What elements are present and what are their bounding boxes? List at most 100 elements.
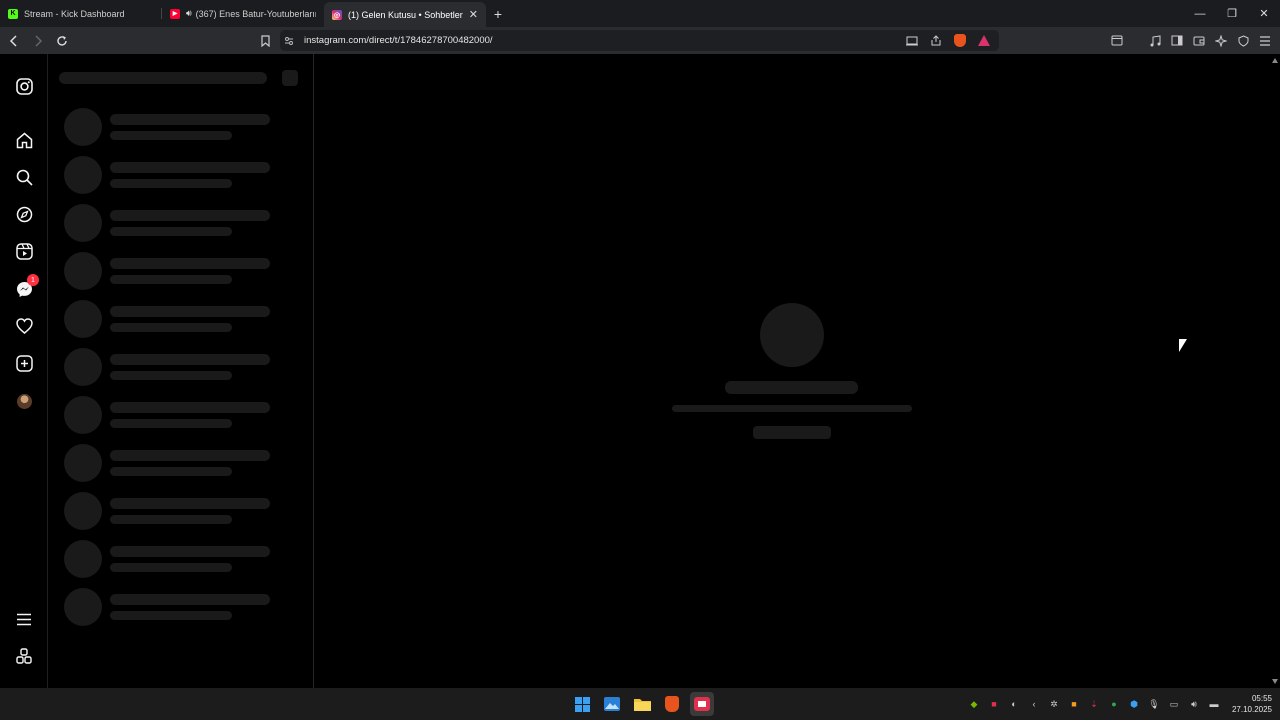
tray-defender-icon[interactable]: ⬢ xyxy=(1128,698,1140,710)
chat-avatar-skeleton xyxy=(760,303,824,367)
tray-app-steam-icon[interactable]: ‹ xyxy=(1028,698,1040,710)
url-text[interactable]: instagram.com/direct/t/17846278700482000… xyxy=(304,35,493,46)
conversation-skeleton-row xyxy=(49,204,314,244)
conversation-skeleton-row xyxy=(49,492,314,532)
microphone-icon[interactable]: 🎙︎ xyxy=(1148,698,1160,710)
avatar-skeleton xyxy=(64,348,102,386)
page-scrollbar[interactable] xyxy=(1270,54,1280,688)
name-skeleton xyxy=(110,402,270,413)
new-tab-button[interactable]: + xyxy=(486,0,510,27)
minimize-icon[interactable]: — xyxy=(1184,0,1216,27)
gallery-app-icon[interactable] xyxy=(600,692,624,716)
forward-icon[interactable] xyxy=(28,31,48,51)
share-icon[interactable] xyxy=(929,34,943,48)
messages-badge: 1 xyxy=(27,274,39,286)
tab-youtube[interactable]: ▶ 🔊︎ (367) Enes Batur-Youtuberların D xyxy=(162,0,324,27)
preview-skeleton xyxy=(110,611,232,620)
preview-skeleton xyxy=(110,371,232,380)
instagram-favicon-icon: ◎ xyxy=(332,9,342,20)
tray-app-circle-icon[interactable]: ◐ xyxy=(1008,698,1020,710)
name-skeleton xyxy=(110,210,270,221)
avatar-skeleton xyxy=(64,108,102,146)
tray-app-orange-icon[interactable]: ■ xyxy=(1068,698,1080,710)
chat-button-skeleton xyxy=(753,426,831,439)
tray-app-green-icon[interactable]: ● xyxy=(1108,698,1120,710)
notifications-heart-icon[interactable] xyxy=(14,316,34,336)
conversation-skeleton-row xyxy=(49,348,314,388)
taskbar-clock[interactable]: 05:55 27.10.2025 xyxy=(1232,693,1272,715)
tab-kick-dashboard[interactable]: K Stream - Kick Dashboard xyxy=(0,0,162,27)
preview-skeleton xyxy=(110,515,232,524)
name-skeleton xyxy=(110,258,270,269)
reels-icon[interactable] xyxy=(14,241,34,261)
name-skeleton xyxy=(110,450,270,461)
preview-skeleton xyxy=(110,419,232,428)
tab-instagram-inbox[interactable]: ◎ (1) Gelen Kutusu • Sohbetler ✕ xyxy=(324,2,486,27)
instagram-sidebar: 1 xyxy=(0,54,48,688)
media-controls-icon[interactable] xyxy=(1148,34,1162,48)
header-skeleton xyxy=(59,72,267,84)
volume-icon[interactable]: 🔊︎ xyxy=(1188,698,1200,710)
instagram-page: 1 xyxy=(0,54,1270,688)
tray-download-icon[interactable]: ⇣ xyxy=(1088,698,1100,710)
tray-app-red-icon[interactable]: ■ xyxy=(988,698,1000,710)
profile-avatar[interactable] xyxy=(14,391,34,411)
sidebar-toggle-icon[interactable] xyxy=(1170,34,1184,48)
start-button[interactable] xyxy=(570,692,594,716)
wallet-icon[interactable] xyxy=(1192,34,1206,48)
network-icon[interactable]: ▭ xyxy=(1168,698,1180,710)
preview-skeleton xyxy=(110,563,232,572)
brave-shields-icon[interactable] xyxy=(953,34,967,48)
file-explorer-icon[interactable] xyxy=(630,692,654,716)
leo-ai-icon[interactable] xyxy=(1214,34,1228,48)
close-window-icon[interactable]: ✕ xyxy=(1248,0,1280,27)
address-bar[interactable]: instagram.com/direct/t/17846278700482000… xyxy=(280,30,999,51)
address-bar-actions xyxy=(905,34,991,48)
vpn-shield-icon[interactable] xyxy=(1236,34,1250,48)
avatar-skeleton xyxy=(64,492,102,530)
scroll-up-icon[interactable] xyxy=(1272,58,1278,63)
avatar-skeleton xyxy=(64,204,102,242)
reload-icon[interactable] xyxy=(52,31,72,51)
bookmark-icon[interactable] xyxy=(258,34,272,48)
speaker-icon[interactable]: 🔊︎ xyxy=(186,8,192,19)
windows-logo-icon xyxy=(574,696,590,712)
preview-skeleton xyxy=(110,131,232,140)
also-from-meta-icon[interactable] xyxy=(14,646,34,666)
close-tab-icon[interactable]: ✕ xyxy=(469,8,478,21)
create-icon[interactable] xyxy=(14,353,34,373)
conversation-skeleton-row xyxy=(49,444,314,484)
avatar xyxy=(16,393,32,409)
cast-icon[interactable] xyxy=(905,34,919,48)
site-settings-icon[interactable] xyxy=(280,36,298,46)
nvidia-icon[interactable]: ◆ xyxy=(968,698,980,710)
battery-icon[interactable]: ▬ xyxy=(1208,698,1220,710)
more-menu-icon[interactable] xyxy=(14,609,34,629)
avatar-skeleton xyxy=(64,540,102,578)
restore-icon[interactable]: ❐ xyxy=(1216,0,1248,27)
chat-subtitle-skeleton xyxy=(672,405,912,412)
tab-title: (367) Enes Batur-Youtuberların D xyxy=(195,8,316,19)
tray-settings-icon[interactable]: ✲ xyxy=(1048,698,1060,710)
browser-window: K Stream - Kick Dashboard ▶ 🔊︎ (367) Ene… xyxy=(0,0,1280,720)
conversation-skeleton-row xyxy=(49,300,314,340)
messages-icon[interactable]: 1 xyxy=(14,274,39,299)
brave-browser-icon[interactable] xyxy=(660,692,684,716)
back-icon[interactable] xyxy=(4,31,24,51)
scroll-down-icon[interactable] xyxy=(1272,679,1278,684)
active-app-icon[interactable] xyxy=(690,692,714,716)
name-skeleton xyxy=(110,498,270,509)
home-icon[interactable] xyxy=(14,130,34,150)
search-icon[interactable] xyxy=(14,167,34,187)
name-skeleton xyxy=(110,594,270,605)
conversation-skeleton-row xyxy=(49,156,314,196)
preview-skeleton xyxy=(110,323,232,332)
system-tray: ◆ ■ ◐ ‹ ✲ ■ ⇣ ● ⬢ 🎙︎ ▭ 🔊︎ ▬ xyxy=(968,688,1220,720)
name-skeleton xyxy=(110,114,270,125)
tab-search-icon[interactable] xyxy=(1110,34,1124,48)
menu-icon[interactable] xyxy=(1258,34,1272,48)
explore-icon[interactable] xyxy=(14,204,34,224)
name-skeleton xyxy=(110,546,270,557)
instagram-logo-icon[interactable] xyxy=(14,76,34,96)
brave-rewards-icon[interactable] xyxy=(977,34,991,48)
